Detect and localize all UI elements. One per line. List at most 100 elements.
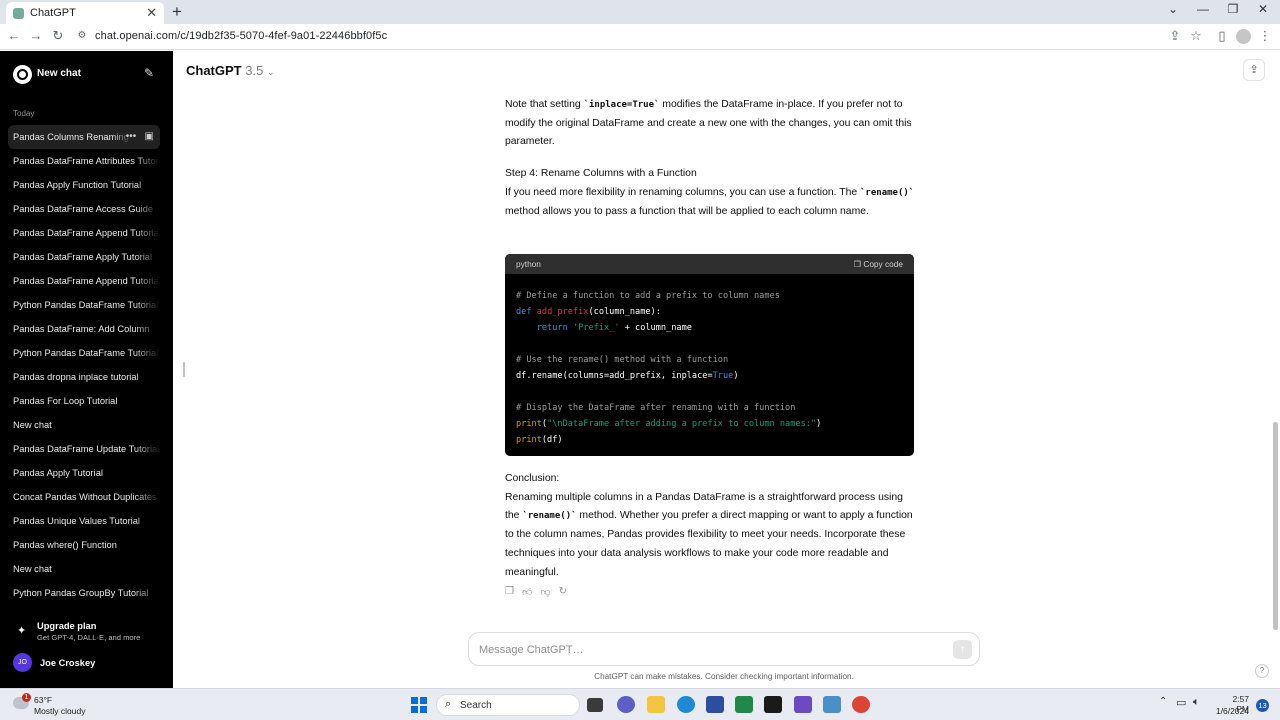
edge-browser-icon[interactable] (677, 696, 695, 713)
inline-code: `rename()` (860, 187, 915, 198)
code-text: (column_name): (588, 307, 661, 317)
code-builtin: print (516, 435, 542, 445)
store-icon[interactable] (706, 696, 724, 713)
task-view-icon[interactable] (587, 698, 603, 712)
notification-badge[interactable]: 13 (1256, 699, 1269, 712)
sidebar-item[interactable]: Concat Pandas Without Duplicates (8, 485, 160, 509)
message-input[interactable] (479, 641, 929, 659)
message-paragraph: If you need more flexibility in renaming… (505, 184, 920, 221)
network-icon[interactable]: ▭ (1176, 696, 1186, 709)
thumbs-up-icon[interactable]: 👍︎ (522, 586, 532, 598)
sidebar-item[interactable]: Pandas DataFrame Append Tutorial (8, 269, 160, 293)
share-icon: ⇪ (1249, 64, 1259, 76)
sidebar-item[interactable]: Pandas Apply Tutorial (8, 461, 160, 485)
sidebar-item[interactable]: Python Pandas DataFrame Tutorial (8, 293, 160, 317)
taskbar-search[interactable]: ⌕ Search (436, 694, 580, 716)
sidebar-item[interactable]: Pandas DataFrame Append Tutorial (8, 221, 160, 245)
site-info-icon[interactable]: ⚙ (74, 30, 90, 41)
sidebar-item[interactable]: Pandas DataFrame Access Guide (8, 197, 160, 221)
tab-close-icon[interactable]: ✕ (146, 5, 157, 21)
message-paragraph: Note that setting `inplace=True` modifie… (505, 96, 920, 152)
compose-icon[interactable]: ✎ (144, 66, 154, 80)
search-label: Search (460, 700, 492, 711)
sidebar-item[interactable]: Pandas dropna inplace tutorial (8, 365, 160, 389)
window-close-icon[interactable]: ✕ (1253, 2, 1273, 16)
new-chat-button[interactable]: New chat ✎ (0, 63, 173, 85)
browser-profile-avatar[interactable] (1236, 29, 1251, 44)
sidebar-item-active[interactable]: Pandas Columns Renaming ••• ▣ (8, 125, 160, 149)
code-comment: # Use the rename() method with a functio… (516, 355, 729, 365)
restore-icon[interactable]: ❐ (1223, 2, 1243, 16)
side-panel-icon[interactable]: ▯ (1214, 28, 1230, 44)
code-comment: # Define a function to add a prefix to c… (516, 291, 780, 301)
sidebar-item[interactable]: Pandas DataFrame Update Tutorial (8, 437, 160, 461)
browser-menu-icon[interactable]: ⋮ (1257, 28, 1273, 44)
archive-icon[interactable]: ▣ (145, 131, 154, 142)
excel-icon[interactable] (735, 696, 753, 713)
vscode-icon[interactable] (794, 696, 812, 713)
sidebar-item-label: New chat (13, 564, 52, 574)
sidebar-item[interactable]: Pandas DataFrame Apply Tutorial (8, 245, 160, 269)
bookmark-star-icon[interactable]: ☆ (1188, 28, 1204, 44)
new-tab-button[interactable]: + (172, 2, 182, 22)
code-text: + column_name (619, 323, 692, 333)
url-field[interactable]: chat.openai.com/c/19db2f35-5070-4fef-9a0… (95, 30, 387, 42)
volume-icon[interactable]: 🔈︎ (1193, 696, 1200, 709)
code-builtin: print (516, 419, 542, 429)
file-explorer-icon[interactable] (647, 696, 665, 713)
sidebar-item[interactable]: Python Pandas DataFrame Tutorial (8, 341, 160, 365)
sidebar-item[interactable]: Pandas DataFrame Attributes Tutorial (8, 149, 160, 173)
weather-temperature[interactable]: 63°F (34, 695, 52, 705)
sidebar-item[interactable]: Python Pandas GroupBy Tutorial (8, 581, 160, 605)
sidebar-item[interactable]: New chat (8, 557, 160, 581)
send-button[interactable]: ↑ (953, 640, 972, 659)
teams-chat-icon[interactable] (617, 696, 635, 713)
message-composer: ↑ (468, 632, 980, 666)
copy-icon[interactable]: ❐ (505, 586, 514, 598)
inline-code: `rename()` (522, 511, 577, 522)
chrome-icon[interactable] (852, 696, 870, 713)
code-literal: True (712, 371, 734, 381)
sidebar-item-label: Pandas Unique Values Tutorial (13, 516, 140, 526)
code-content: # Define a function to add a prefix to c… (505, 274, 914, 448)
regenerate-icon[interactable]: ↻ (559, 586, 567, 598)
sidebar-item-label: Pandas Apply Function Tutorial (13, 180, 142, 190)
app-icon[interactable] (823, 696, 841, 713)
tray-chevron-icon[interactable]: ⌃ (1159, 696, 1167, 707)
share-page-icon[interactable]: ⇪ (1167, 28, 1183, 44)
forward-arrow-icon[interactable]: → (28, 28, 44, 43)
browser-tab[interactable]: ChatGPT ✕ (6, 2, 164, 24)
copy-code-button[interactable]: ❐ Copy code (854, 259, 903, 269)
model-selector[interactable]: ChatGPT 3.5 ⌄ (186, 63, 275, 78)
terminal-icon[interactable] (764, 696, 782, 713)
minimize-icon[interactable]: — (1193, 2, 1213, 16)
help-button[interactable]: ? (1255, 664, 1269, 678)
sidebar-toggle-handle[interactable] (183, 362, 185, 377)
user-name: Joe Croskey (40, 658, 96, 668)
sidebar-item-label: Pandas DataFrame Append Tutorial (13, 228, 160, 238)
upgrade-plan-button[interactable]: ✦ Upgrade plan Get GPT-4, DALL·E, and mo… (13, 621, 163, 643)
sidebar-item[interactable]: Pandas DataFrame: Add Column (8, 317, 160, 341)
reload-icon[interactable]: ↻ (50, 28, 66, 44)
share-chat-button[interactable]: ⇪ (1243, 59, 1265, 81)
sidebar-item-label: Pandas DataFrame Update Tutorial (13, 444, 160, 454)
address-bar: ← → ↻ ⚙ chat.openai.com/c/19db2f35-5070-… (0, 24, 1280, 50)
more-options-icon[interactable]: ••• (126, 131, 137, 142)
tab-search-chevron-icon[interactable]: ⌄ (1163, 2, 1183, 16)
thumbs-down-icon[interactable]: 👎︎ (540, 586, 550, 598)
upgrade-title: Upgrade plan (37, 621, 97, 631)
back-arrow-icon[interactable]: ← (6, 28, 22, 43)
sidebar-item-label: Pandas where() Function (13, 540, 117, 550)
weather-description[interactable]: Mostly cloudy (34, 706, 86, 716)
windows-start-icon[interactable] (411, 697, 427, 713)
user-menu-button[interactable]: JO Joe Croskey (13, 653, 163, 673)
sidebar-item[interactable]: New chat (8, 413, 160, 437)
code-text: ) (733, 371, 739, 381)
sidebar-item-label: Python Pandas DataFrame Tutorial (13, 300, 159, 310)
sidebar-item[interactable]: Pandas For Loop Tutorial (8, 389, 160, 413)
scrollbar[interactable] (1273, 422, 1278, 630)
clock-date[interactable]: 1/6/2024 (1213, 706, 1249, 716)
sidebar-item[interactable]: Pandas Unique Values Tutorial (8, 509, 160, 533)
sidebar-item[interactable]: Pandas where() Function (8, 533, 160, 557)
sidebar-item[interactable]: Pandas Apply Function Tutorial (8, 173, 160, 197)
